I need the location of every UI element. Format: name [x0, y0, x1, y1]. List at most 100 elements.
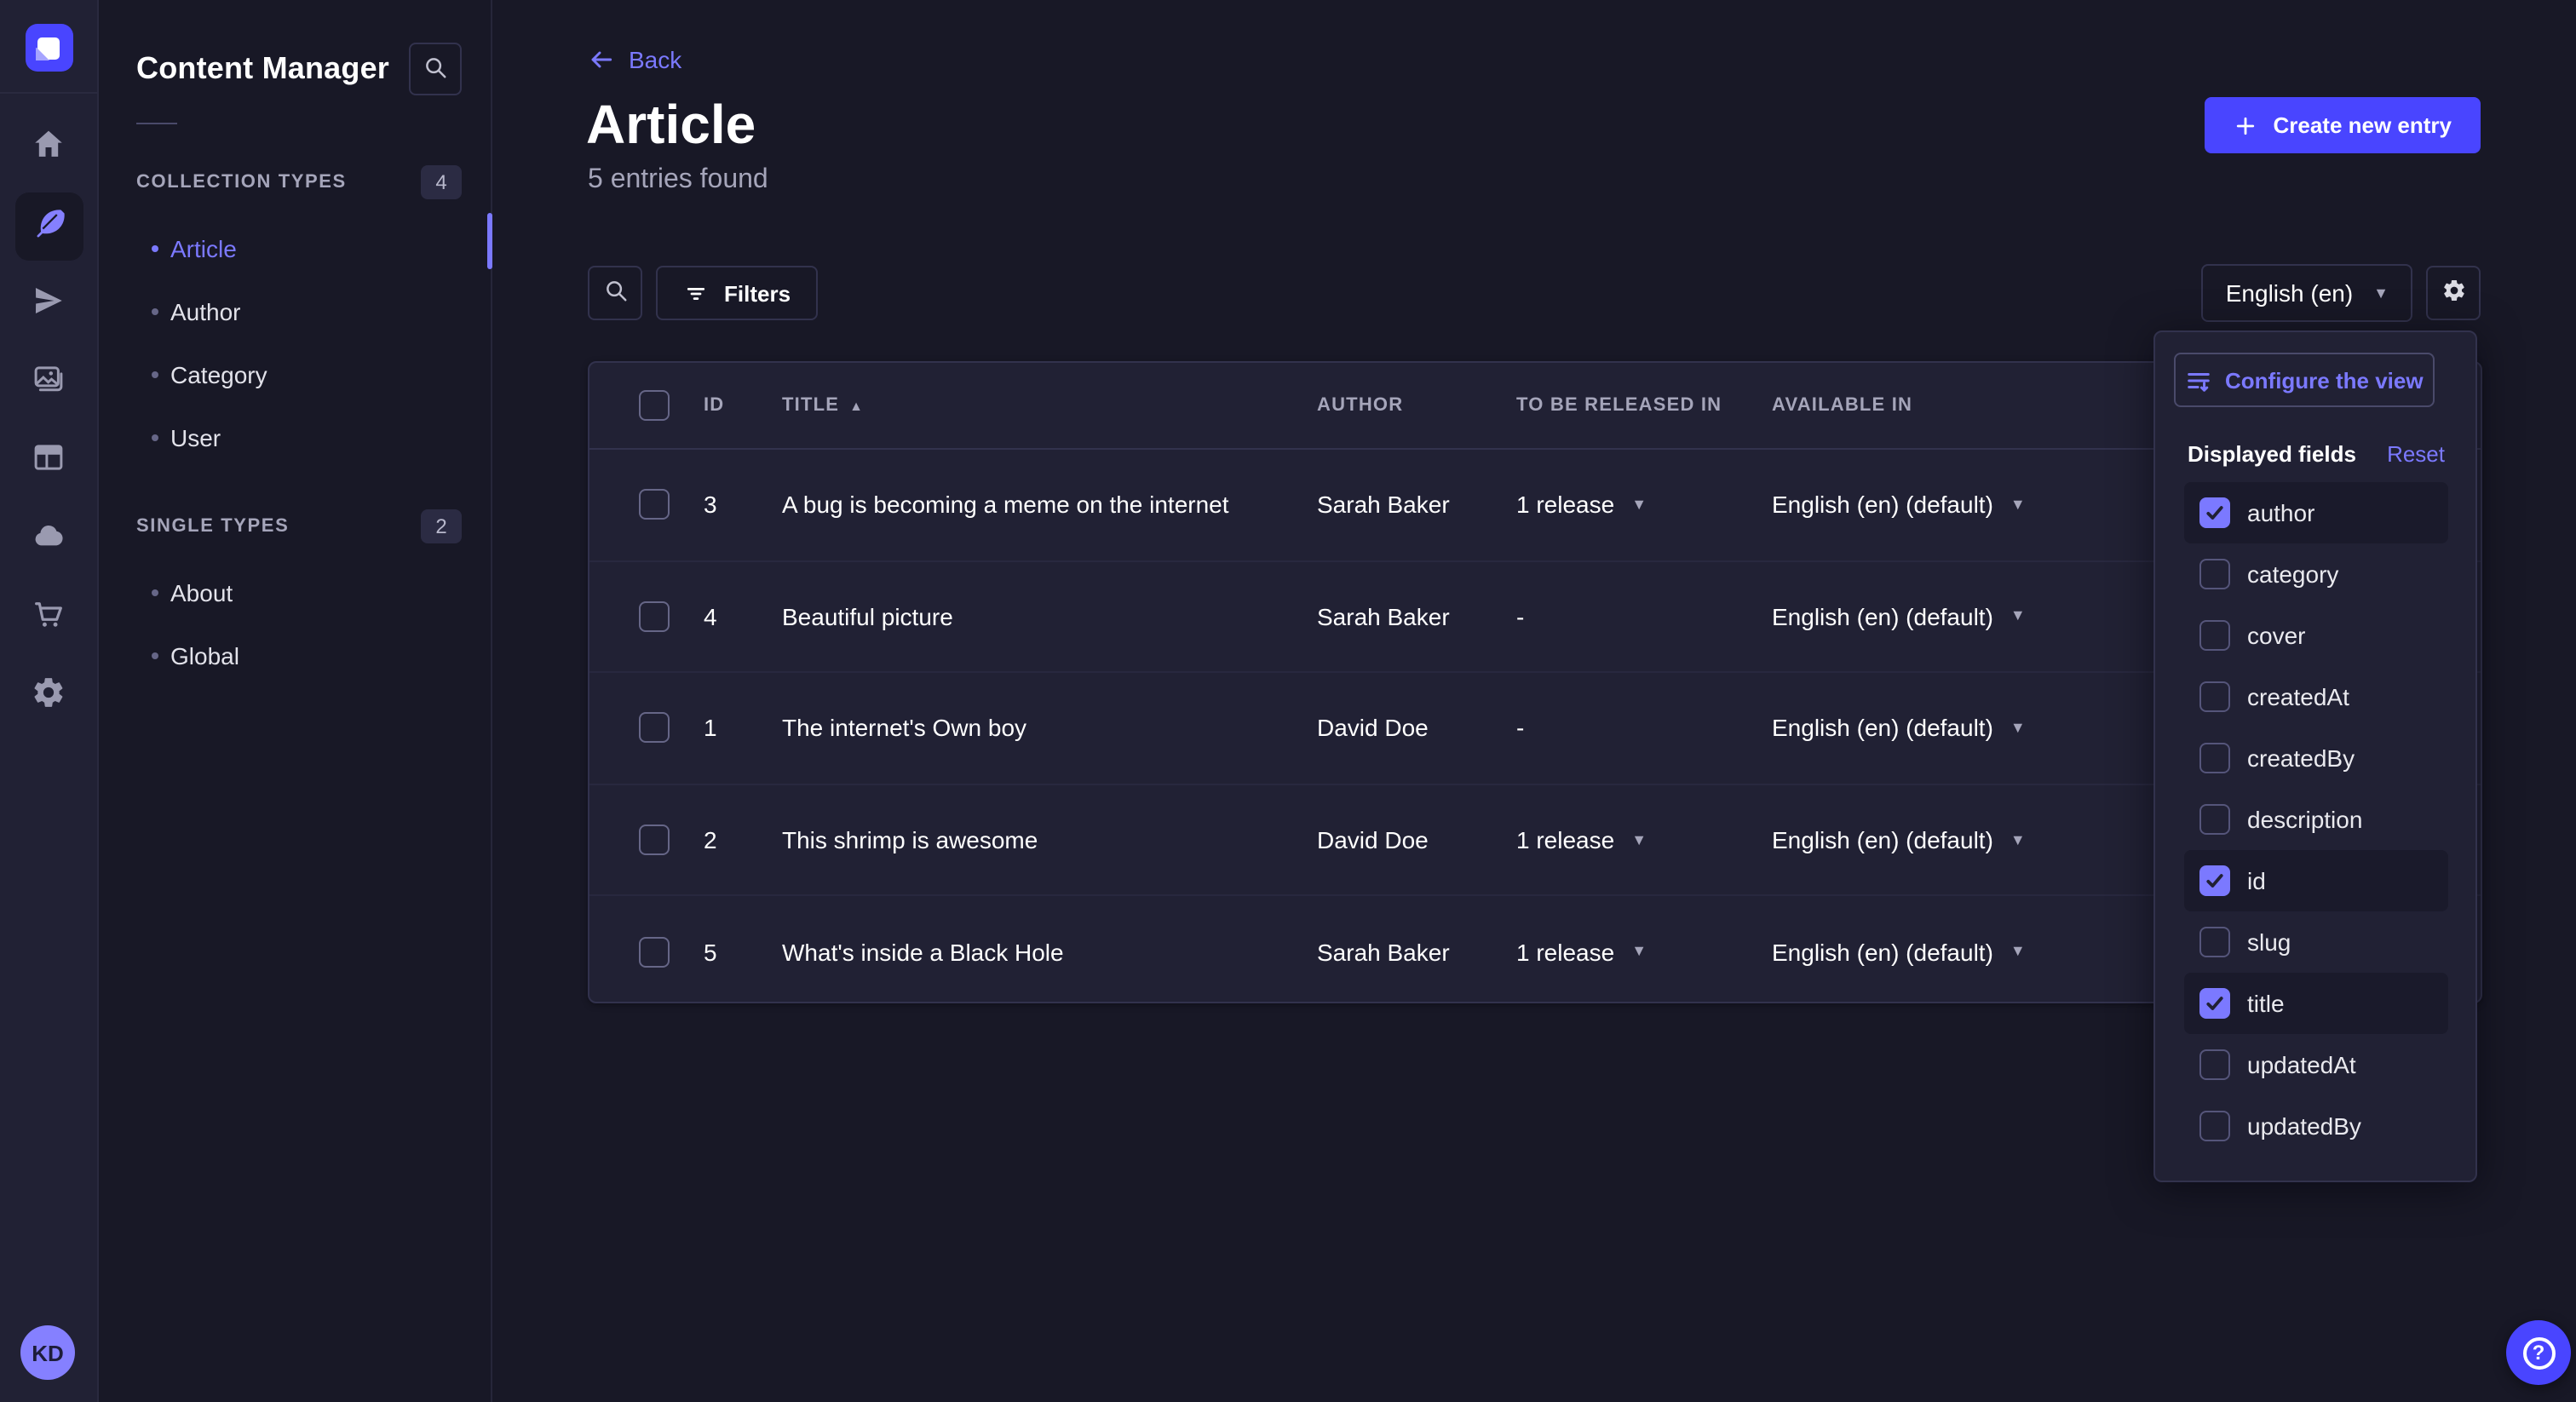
rail-item-home[interactable]	[14, 114, 83, 182]
back-link[interactable]: Back	[588, 46, 681, 73]
bullet-icon	[152, 371, 158, 377]
cell-available: English (en) (default)	[1772, 826, 1993, 853]
subnav-title: Content Manager	[136, 51, 389, 87]
chevron-down-icon[interactable]: ▼	[2010, 609, 2026, 624]
rail-item-marketplace[interactable]	[14, 584, 83, 652]
field-toggle-id[interactable]: id	[2184, 850, 2448, 911]
column-header-title-label: TITLE	[782, 395, 839, 416]
subnav-sections: COLLECTION TYPES4ArticleAuthorCategoryUs…	[97, 162, 491, 687]
subnav-section-badge: 4	[421, 165, 462, 199]
field-toggle-label: slug	[2247, 928, 2291, 956]
checkbox-unchecked[interactable]	[2199, 620, 2230, 651]
chevron-down-icon[interactable]: ▼	[1631, 497, 1647, 513]
select-all-checkbox[interactable]	[639, 390, 670, 421]
rail-item-content-manager[interactable]	[14, 192, 83, 261]
user-avatar[interactable]: KD	[20, 1325, 75, 1380]
chevron-down-icon[interactable]: ▼	[2010, 721, 2026, 736]
column-header-title[interactable]: TITLE ▲	[782, 395, 1317, 416]
row-checkbox[interactable]	[639, 936, 670, 967]
row-checkbox[interactable]	[639, 490, 670, 520]
field-toggle-label: category	[2247, 560, 2338, 588]
cell-released: 1 release	[1516, 938, 1614, 965]
configure-view-button[interactable]: Configure the view	[2174, 353, 2435, 407]
table-search-button[interactable]	[588, 266, 642, 320]
field-toggle-label: title	[2247, 990, 2285, 1017]
checkbox-unchecked[interactable]	[2199, 681, 2230, 712]
chevron-down-icon[interactable]: ▼	[2010, 832, 2026, 848]
checkbox-checked-icon[interactable]	[2199, 497, 2230, 528]
list-toolbar: Filters English (en) ▼	[588, 266, 2481, 320]
cell-available: English (en) (default)	[1772, 491, 1993, 519]
chevron-down-icon[interactable]: ▼	[2010, 944, 2026, 959]
rail-item-content-type-builder[interactable]	[14, 428, 83, 496]
cell-title: Beautiful picture	[782, 603, 1317, 630]
field-toggle-createdBy[interactable]: createdBy	[2184, 727, 2448, 789]
home-icon	[31, 126, 66, 170]
sort-asc-icon: ▲	[849, 398, 864, 413]
cell-author: Sarah Baker	[1317, 491, 1516, 519]
rail-item-settings[interactable]	[14, 663, 83, 731]
sidebar-item-label: User	[170, 423, 221, 451]
rail-item-releases[interactable]	[14, 271, 83, 339]
sidebar-item-author[interactable]: Author	[97, 279, 491, 342]
create-new-entry-button[interactable]: Create new entry	[2205, 97, 2481, 153]
row-checkbox[interactable]	[639, 713, 670, 744]
row-checkbox[interactable]	[639, 825, 670, 855]
row-checkbox[interactable]	[639, 601, 670, 632]
checkbox-unchecked[interactable]	[2199, 1049, 2230, 1080]
cell-author: David Doe	[1317, 826, 1516, 853]
chevron-down-icon[interactable]: ▼	[2010, 497, 2026, 513]
field-toggle-author[interactable]: author	[2184, 482, 2448, 543]
rail-item-cloud[interactable]	[14, 506, 83, 574]
column-header-author: AUTHOR	[1317, 395, 1516, 416]
gear-icon	[31, 675, 66, 719]
gear-icon	[2441, 278, 2466, 308]
checkbox-unchecked[interactable]	[2199, 1111, 2230, 1141]
field-toggle-label: updatedBy	[2247, 1112, 2361, 1140]
cell-released: 1 release	[1516, 826, 1614, 853]
help-button[interactable]: ?	[2506, 1320, 2571, 1385]
locale-value: English (en)	[2226, 279, 2353, 307]
rail-item-media-library[interactable]	[14, 349, 83, 417]
filters-button[interactable]: Filters	[656, 266, 818, 320]
cell-id: 5	[704, 938, 782, 965]
cell-available: English (en) (default)	[1772, 715, 1993, 742]
strapi-logo[interactable]	[25, 24, 72, 72]
field-toggle-updatedBy[interactable]: updatedBy	[2184, 1095, 2448, 1157]
sidebar-item-global[interactable]: Global	[97, 623, 491, 687]
reset-link[interactable]: Reset	[2387, 440, 2445, 466]
subnav-section-label: SINGLE TYPES	[136, 516, 289, 537]
sidebar-item-article[interactable]: Article	[97, 216, 491, 279]
filters-label: Filters	[724, 280, 791, 306]
checkbox-unchecked[interactable]	[2199, 559, 2230, 589]
subnav-search-button[interactable]	[409, 43, 462, 95]
checkbox-unchecked[interactable]	[2199, 804, 2230, 835]
field-toggle-category[interactable]: category	[2184, 543, 2448, 605]
sidebar-item-about[interactable]: About	[97, 560, 491, 623]
field-toggle-cover[interactable]: cover	[2184, 605, 2448, 666]
sidebar-item-category[interactable]: Category	[97, 342, 491, 405]
paper-plane-icon	[31, 283, 66, 327]
field-toggle-updatedAt[interactable]: updatedAt	[2184, 1034, 2448, 1095]
checkbox-unchecked[interactable]	[2199, 743, 2230, 773]
shopping-cart-icon	[31, 596, 66, 641]
field-toggle-description[interactable]: description	[2184, 789, 2448, 850]
column-header-id[interactable]: ID	[704, 395, 782, 416]
field-toggle-createdAt[interactable]: createdAt	[2184, 666, 2448, 727]
chevron-down-icon[interactable]: ▼	[1631, 832, 1647, 848]
bullet-icon	[152, 589, 158, 595]
field-toggle-title[interactable]: title	[2184, 973, 2448, 1034]
sidebar-item-user[interactable]: User	[97, 405, 491, 468]
view-settings-button[interactable]	[2426, 266, 2481, 320]
checkbox-unchecked[interactable]	[2199, 927, 2230, 957]
field-toggle-slug[interactable]: slug	[2184, 911, 2448, 973]
chevron-down-icon[interactable]: ▼	[1631, 944, 1647, 959]
main-nav-rail: KD	[0, 0, 99, 1402]
checkbox-checked-icon[interactable]	[2199, 865, 2230, 896]
locale-select[interactable]: English (en) ▼	[2202, 264, 2412, 322]
cell-released: 1 release	[1516, 491, 1614, 519]
checkbox-checked-icon[interactable]	[2199, 988, 2230, 1019]
active-item-indicator	[487, 213, 492, 269]
filter-lines-icon	[683, 280, 709, 306]
plus-icon	[2234, 113, 2257, 137]
